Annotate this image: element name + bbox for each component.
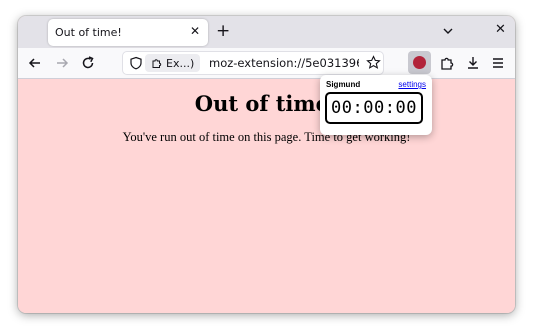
- tab-out-of-time[interactable]: Out of time! ✕: [48, 19, 208, 46]
- browser-window: Out of time! ✕ + ✕ Ex...) moz-extension:…: [18, 16, 515, 313]
- shield-icon[interactable]: [129, 56, 143, 70]
- window-close-button[interactable]: ✕: [495, 22, 506, 37]
- bookmark-star-icon[interactable]: [366, 55, 381, 70]
- back-arrow-icon[interactable]: [26, 54, 44, 72]
- new-tab-button[interactable]: +: [216, 21, 230, 41]
- tab-title: Out of time!: [55, 26, 122, 39]
- extensions-puzzle-icon[interactable]: [438, 54, 456, 72]
- chevron-down-icon[interactable]: [441, 24, 455, 38]
- page-content: Out of time! You've run out of time on t…: [18, 79, 515, 313]
- popup-title: Sigmund: [326, 80, 361, 89]
- sigmund-extension-icon: [413, 56, 426, 69]
- sigmund-popup: Sigmund settings 00:00:00: [320, 75, 432, 135]
- settings-link[interactable]: settings: [398, 80, 426, 89]
- page-heading: Out of time!: [194, 91, 339, 116]
- extension-identity-chip[interactable]: Ex...): [145, 54, 201, 72]
- navigation-bar: Ex...) moz-extension://5e031396-93: [18, 48, 515, 79]
- countdown-timer: 00:00:00: [325, 92, 423, 124]
- sigmund-extension-button[interactable]: [408, 51, 431, 74]
- url-bar[interactable]: Ex...) moz-extension://5e031396-93: [122, 51, 384, 75]
- forward-arrow-icon[interactable]: [53, 54, 71, 72]
- menu-icon[interactable]: [489, 54, 507, 72]
- downloads-icon[interactable]: [464, 54, 482, 72]
- url-text[interactable]: moz-extension://5e031396-93: [209, 56, 359, 70]
- page-message: You've run out of time on this page. Tim…: [122, 130, 411, 144]
- extension-chip-label: Ex...): [166, 56, 195, 70]
- tab-close-icon[interactable]: ✕: [190, 24, 200, 38]
- reload-icon[interactable]: [79, 54, 97, 72]
- tab-bar: Out of time! ✕ + ✕: [18, 16, 515, 48]
- puzzle-icon: [152, 59, 162, 68]
